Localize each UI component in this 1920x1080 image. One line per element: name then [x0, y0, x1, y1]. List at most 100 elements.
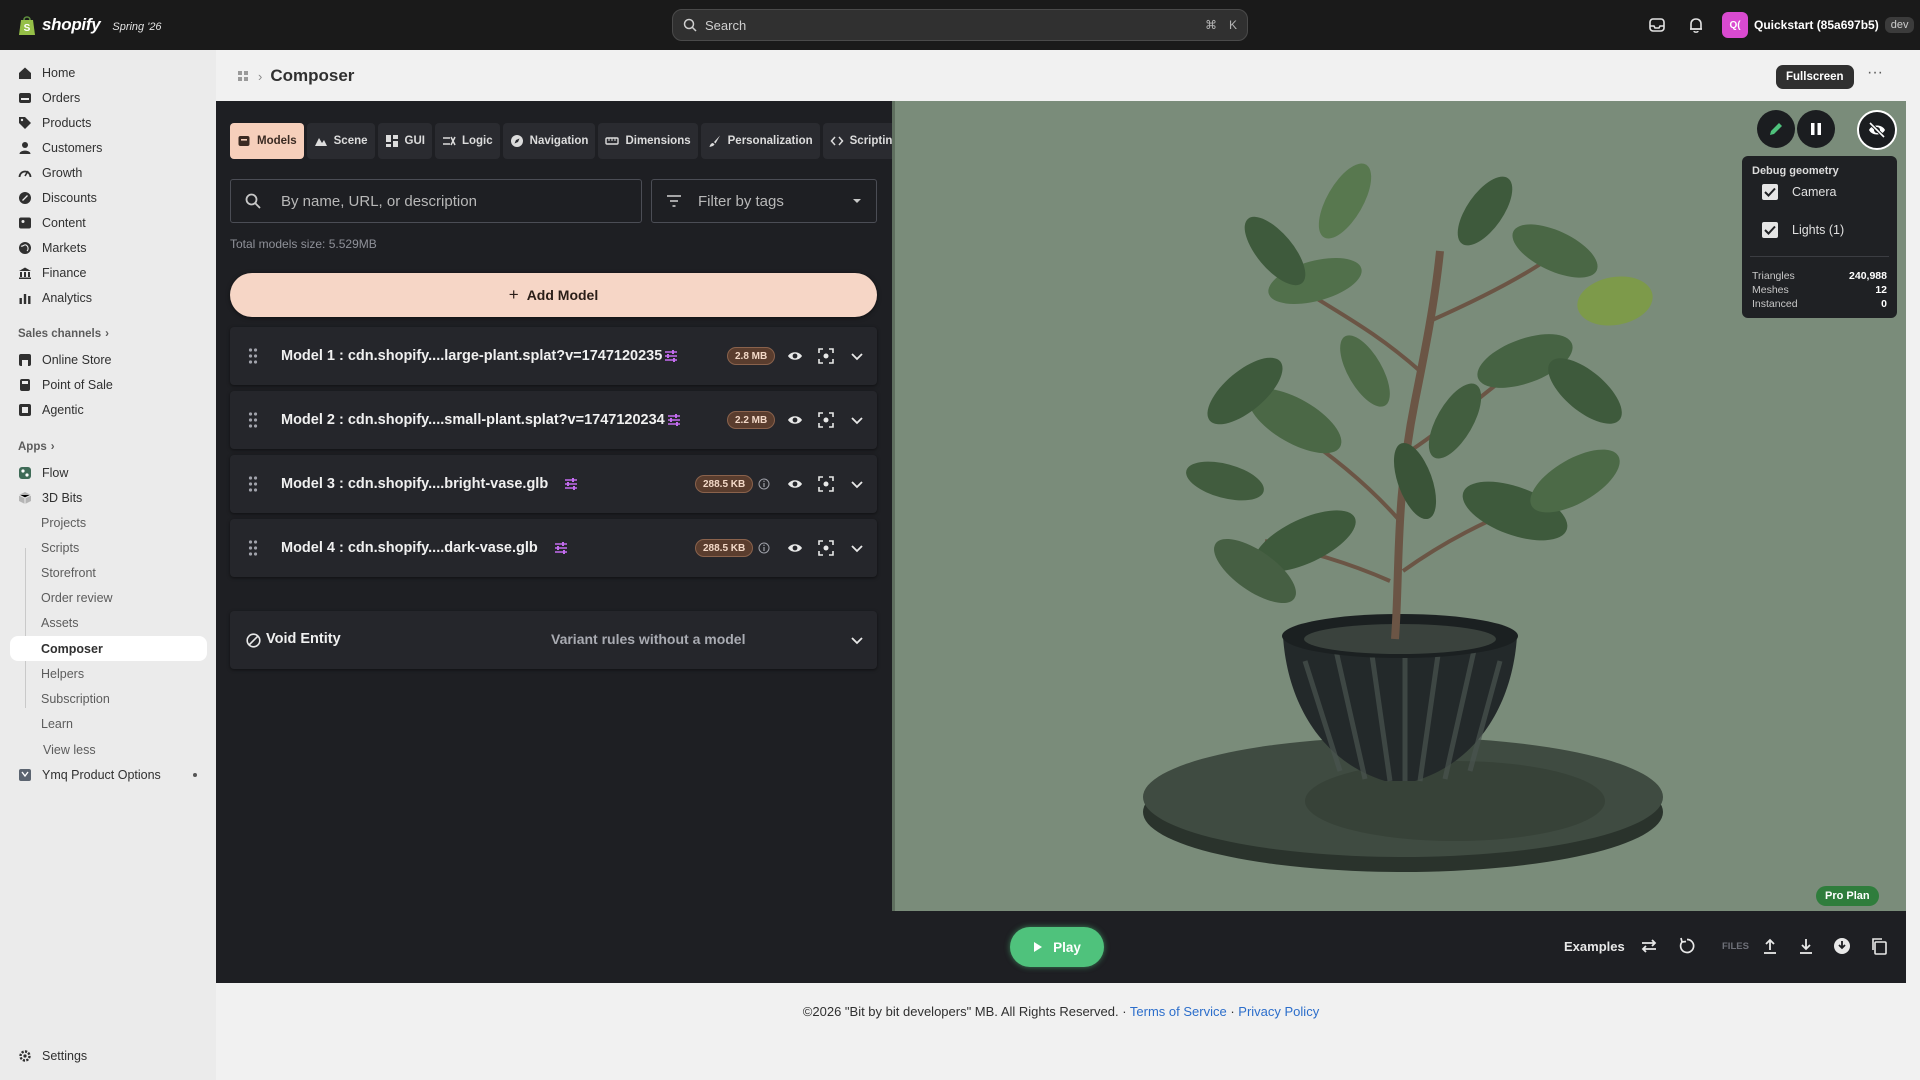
model-row[interactable]: Model 4 : cdn.shopify....dark-vase.glb 2…	[230, 519, 877, 577]
view-less-link[interactable]: View less	[10, 737, 207, 762]
tab-dimensions[interactable]: Dimensions	[598, 123, 698, 159]
tab-scene[interactable]: Scene	[306, 123, 375, 159]
bell-icon[interactable]	[1686, 15, 1706, 35]
pause-button[interactable]	[1797, 110, 1835, 148]
tab-models[interactable]: Models	[230, 123, 304, 159]
tune-icon[interactable]	[667, 413, 681, 427]
focus-icon[interactable]	[818, 540, 834, 556]
model-search-input[interactable]: By name, URL, or description	[230, 179, 642, 223]
sidebar-item-home[interactable]: Home	[10, 60, 207, 85]
edit-mode-button[interactable]	[1757, 110, 1795, 148]
sidebar-item-settings[interactable]: Settings	[10, 1043, 207, 1068]
sidebar-sub-helpers[interactable]: Helpers	[10, 661, 207, 686]
info-icon[interactable]	[758, 478, 770, 490]
pro-plan-badge[interactable]: Pro Plan	[1816, 886, 1879, 906]
sidebar-item-orders[interactable]: Orders	[10, 85, 207, 110]
sidebar-sub-assets[interactable]: Assets	[10, 610, 207, 635]
store-switcher[interactable]: Q( Quickstart (85a697b5) dev	[1722, 12, 1915, 38]
privacy-policy-link[interactable]: Privacy Policy	[1238, 1004, 1319, 1019]
sidebar-item-ymq-product-options[interactable]: Ymq Product Options	[10, 762, 207, 787]
examples-button[interactable]: Examples	[1564, 939, 1625, 954]
camera-checkbox[interactable]	[1762, 184, 1778, 200]
svg-text:S: S	[24, 23, 31, 34]
sidebar-sub-storefront[interactable]: Storefront	[10, 560, 207, 585]
model-row[interactable]: Model 3 : cdn.shopify....bright-vase.glb…	[230, 455, 877, 513]
tab-navigation[interactable]: Navigation	[502, 123, 596, 159]
filter-tags-select[interactable]: Filter by tags	[651, 179, 877, 223]
block-icon	[246, 633, 261, 648]
more-actions-button[interactable]: ···	[1864, 65, 1886, 86]
chevron-down-icon[interactable]	[849, 632, 865, 648]
sidebar-item-3d-bits[interactable]: 3D Bits	[10, 485, 207, 510]
sidebar-sub-projects[interactable]: Projects	[10, 510, 207, 535]
lights-checkbox[interactable]	[1762, 222, 1778, 238]
drag-handle-icon[interactable]	[248, 476, 258, 492]
play-button[interactable]: Play	[1010, 927, 1104, 967]
drag-handle-icon[interactable]	[248, 348, 258, 364]
save-circle-icon[interactable]	[1833, 937, 1851, 955]
chevron-down-icon[interactable]	[849, 412, 865, 428]
3d-viewport[interactable]: Debug geometry Camera Lights (1) Triangl…	[892, 101, 1906, 911]
tune-icon[interactable]	[564, 477, 578, 491]
drag-handle-icon[interactable]	[248, 540, 258, 556]
app-grid-icon[interactable]	[236, 69, 250, 83]
sidebar-item-discounts[interactable]: Discounts	[10, 185, 207, 210]
sidebar-item-customers[interactable]: Customers	[10, 135, 207, 160]
chevron-down-icon[interactable]	[849, 348, 865, 364]
swap-icon[interactable]	[1640, 937, 1658, 955]
eye-icon[interactable]	[787, 476, 803, 492]
sidebar-sub-subscription[interactable]: Subscription	[10, 686, 207, 711]
shopify-logo[interactable]: S shopify Spring '26	[18, 14, 162, 36]
tune-icon[interactable]	[554, 541, 568, 555]
upload-icon[interactable]	[1761, 937, 1779, 955]
code-icon	[830, 136, 844, 146]
chevron-down-icon[interactable]	[849, 540, 865, 556]
sidebar-item-analytics[interactable]: Analytics	[10, 285, 207, 310]
sidebar-item-point-of-sale[interactable]: Point of Sale	[10, 372, 207, 397]
sidebar-sub-scripts[interactable]: Scripts	[10, 535, 207, 560]
inbox-icon[interactable]	[1647, 15, 1667, 35]
tab-gui[interactable]: GUI	[377, 123, 432, 159]
info-icon[interactable]	[758, 542, 770, 554]
focus-icon[interactable]	[818, 412, 834, 428]
chevron-down-icon[interactable]	[849, 476, 865, 492]
sidebar-item-growth[interactable]: Growth	[10, 160, 207, 185]
sales-channels-heading[interactable]: Sales channels ›	[18, 328, 109, 340]
terms-of-service-link[interactable]: Terms of Service	[1130, 1004, 1227, 1019]
sidebar-item-content[interactable]: Content	[10, 210, 207, 235]
eye-icon[interactable]	[787, 348, 803, 364]
global-search-input[interactable]: Search ⌘ K	[672, 9, 1248, 41]
reset-icon[interactable]	[1678, 937, 1696, 955]
unread-dot	[193, 772, 197, 777]
eye-icon[interactable]	[787, 540, 803, 556]
divider	[1750, 256, 1889, 257]
logic-icon	[442, 136, 456, 146]
hide-debug-button[interactable]	[1857, 110, 1897, 150]
sidebar-sub-composer[interactable]: Composer	[10, 636, 207, 661]
apps-heading[interactable]: Apps ›	[18, 441, 55, 453]
eye-icon[interactable]	[787, 412, 803, 428]
void-entity-row[interactable]: Void Entity Variant rules without a mode…	[230, 611, 877, 669]
sidebar-item-products[interactable]: Products	[10, 110, 207, 135]
footer-separator: ·	[1226, 1004, 1239, 1019]
add-model-button[interactable]: + Add Model	[230, 273, 877, 317]
sidebar-item-online-store[interactable]: Online Store	[10, 347, 207, 372]
model-row[interactable]: Model 2 : cdn.shopify....small-plant.spl…	[230, 391, 877, 449]
sidebar-sub-learn[interactable]: Learn	[10, 711, 207, 736]
tab-personalization[interactable]: Personalization	[700, 123, 820, 159]
model-row[interactable]: Model 1 : cdn.shopify....large-plant.spl…	[230, 327, 877, 385]
drag-handle-icon[interactable]	[248, 412, 258, 428]
sidebar-item-flow[interactable]: Flow	[10, 460, 207, 485]
copy-icon[interactable]	[1870, 937, 1888, 955]
download-icon[interactable]	[1797, 937, 1815, 955]
sidebar-item-markets[interactable]: Markets	[10, 235, 207, 260]
sidebar-item-finance[interactable]: Finance	[10, 260, 207, 285]
sidebar-sub-order-review[interactable]: Order review	[10, 585, 207, 610]
sidebar-item-agentic[interactable]: Agentic	[10, 397, 207, 422]
tab-logic[interactable]: Logic	[434, 123, 500, 159]
fullscreen-button[interactable]: Fullscreen	[1776, 65, 1854, 89]
focus-icon[interactable]	[818, 348, 834, 364]
tune-icon[interactable]	[664, 349, 678, 363]
file-size-badge: 2.8 MB	[727, 347, 776, 365]
focus-icon[interactable]	[818, 476, 834, 492]
